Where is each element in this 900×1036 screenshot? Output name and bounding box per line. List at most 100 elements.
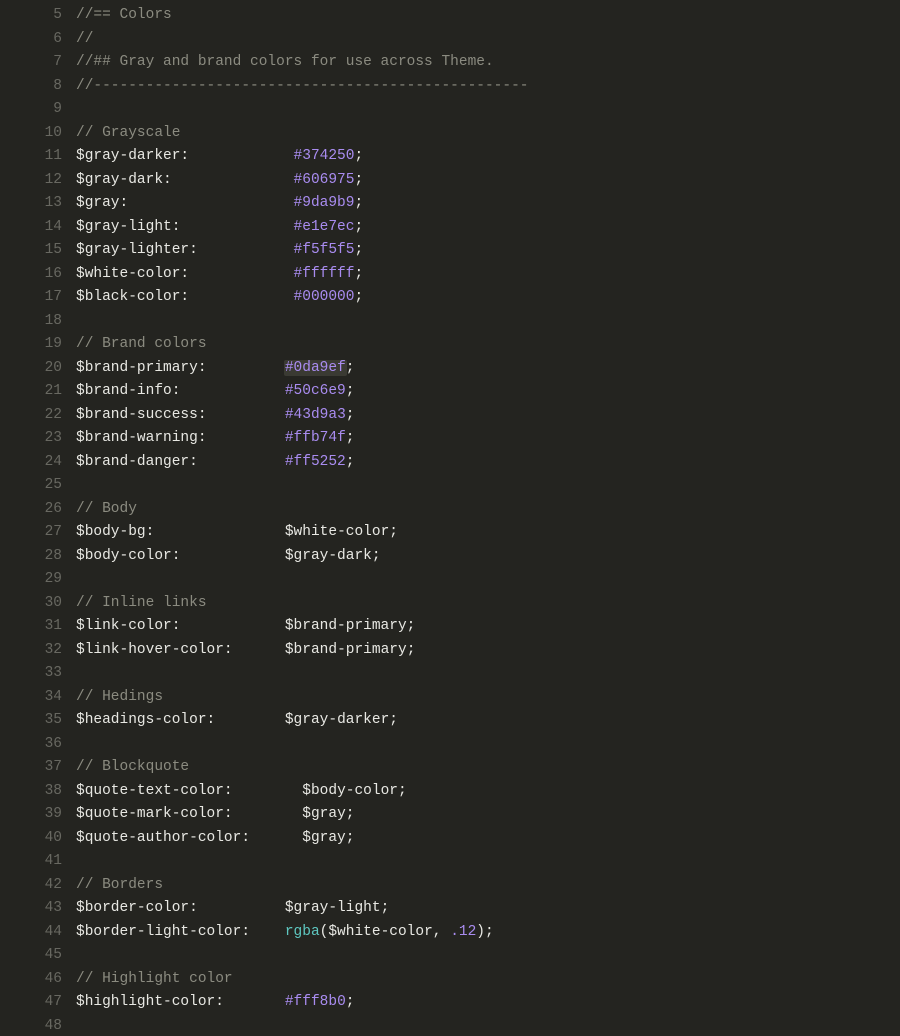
code-content[interactable]: $brand-info: #50c6e9; xyxy=(76,380,900,404)
code-content[interactable]: $link-hover-color: $brand-primary; xyxy=(76,639,900,663)
code-content[interactable]: // Body xyxy=(76,498,900,522)
code-line[interactable]: 5//== Colors xyxy=(0,4,900,28)
code-content[interactable]: // xyxy=(76,28,900,52)
code-content[interactable] xyxy=(76,568,900,592)
code-line[interactable]: 15$gray-lighter: #f5f5f5; xyxy=(0,239,900,263)
code-content[interactable]: $quote-author-color: $gray; xyxy=(76,827,900,851)
code-content[interactable]: $highlight-color: #fff8b0; xyxy=(76,991,900,1015)
code-content[interactable] xyxy=(76,1015,900,1036)
code-line[interactable]: 36 xyxy=(0,733,900,757)
code-line[interactable]: 9 xyxy=(0,98,900,122)
code-content[interactable]: // Highlight color xyxy=(76,968,900,992)
code-line[interactable]: 35$headings-color: $gray-darker; xyxy=(0,709,900,733)
code-line[interactable]: 13$gray: #9da9b9; xyxy=(0,192,900,216)
code-content[interactable]: $border-color: $gray-light; xyxy=(76,897,900,921)
code-line[interactable]: 42// Borders xyxy=(0,874,900,898)
code-content[interactable]: $quote-text-color: $body-color; xyxy=(76,780,900,804)
code-content[interactable]: $quote-mark-color: $gray; xyxy=(76,803,900,827)
code-content[interactable] xyxy=(76,662,900,686)
code-line[interactable]: 48 xyxy=(0,1015,900,1036)
code-line[interactable]: 45 xyxy=(0,944,900,968)
code-content[interactable]: // Grayscale xyxy=(76,122,900,146)
code-content[interactable]: $white-color: #ffffff; xyxy=(76,263,900,287)
code-content[interactable] xyxy=(76,944,900,968)
code-editor[interactable]: 5//== Colors6//7//## Gray and brand colo… xyxy=(0,0,900,1036)
code-content[interactable]: $gray-light: #e1e7ec; xyxy=(76,216,900,240)
code-line[interactable]: 23$brand-warning: #ffb74f; xyxy=(0,427,900,451)
code-content[interactable] xyxy=(76,310,900,334)
code-content[interactable]: // Hedings xyxy=(76,686,900,710)
code-content[interactable] xyxy=(76,850,900,874)
code-content[interactable]: $link-color: $brand-primary; xyxy=(76,615,900,639)
code-line[interactable]: 39$quote-mark-color: $gray; xyxy=(0,803,900,827)
code-content[interactable]: $brand-warning: #ffb74f; xyxy=(76,427,900,451)
code-content[interactable]: $brand-danger: #ff5252; xyxy=(76,451,900,475)
code-content[interactable]: $gray-dark: #606975; xyxy=(76,169,900,193)
code-line[interactable]: 8//-------------------------------------… xyxy=(0,75,900,99)
code-content[interactable]: $border-light-color: rgba($white-color, … xyxy=(76,921,900,945)
code-content[interactable]: //## Gray and brand colors for use acros… xyxy=(76,51,900,75)
code-line[interactable]: 12$gray-dark: #606975; xyxy=(0,169,900,193)
code-line[interactable]: 24$brand-danger: #ff5252; xyxy=(0,451,900,475)
code-content[interactable]: // Blockquote xyxy=(76,756,900,780)
code-line[interactable]: 44$border-light-color: rgba($white-color… xyxy=(0,921,900,945)
code-line[interactable]: 19// Brand colors xyxy=(0,333,900,357)
code-content[interactable]: $black-color: #000000; xyxy=(76,286,900,310)
code-content[interactable]: // Brand colors xyxy=(76,333,900,357)
code-content[interactable]: $gray: #9da9b9; xyxy=(76,192,900,216)
code-line[interactable]: 14$gray-light: #e1e7ec; xyxy=(0,216,900,240)
code-content[interactable]: $gray-lighter: #f5f5f5; xyxy=(76,239,900,263)
code-line[interactable]: 37// Blockquote xyxy=(0,756,900,780)
code-line[interactable]: 6// xyxy=(0,28,900,52)
code-line[interactable]: 32$link-hover-color: $brand-primary; xyxy=(0,639,900,663)
code-line[interactable]: 47$highlight-color: #fff8b0; xyxy=(0,991,900,1015)
line-number: 14 xyxy=(0,216,76,240)
code-line[interactable]: 20$brand-primary: #0da9ef; xyxy=(0,357,900,381)
code-line[interactable]: 28$body-color: $gray-dark; xyxy=(0,545,900,569)
code-line[interactable]: 38$quote-text-color: $body-color; xyxy=(0,780,900,804)
code-line[interactable]: 46// Highlight color xyxy=(0,968,900,992)
code-line[interactable]: 34// Hedings xyxy=(0,686,900,710)
token-punc: ; xyxy=(354,266,363,282)
code-content[interactable]: $brand-primary: #0da9ef; xyxy=(76,357,900,381)
token-var: $body-color: xyxy=(76,548,180,564)
code-line[interactable]: 18 xyxy=(0,310,900,334)
token-ref: $gray xyxy=(302,806,346,822)
code-content[interactable] xyxy=(76,474,900,498)
code-line[interactable]: 16$white-color: #ffffff; xyxy=(0,263,900,287)
code-line[interactable]: 33 xyxy=(0,662,900,686)
token-hex: #ff5252 xyxy=(285,454,346,470)
line-number: 10 xyxy=(0,122,76,146)
line-number: 26 xyxy=(0,498,76,522)
token-num: .12 xyxy=(450,924,476,940)
code-line[interactable]: 40$quote-author-color: $gray; xyxy=(0,827,900,851)
code-line[interactable]: 29 xyxy=(0,568,900,592)
code-content[interactable]: $headings-color: $gray-darker; xyxy=(76,709,900,733)
code-line[interactable]: 31$link-color: $brand-primary; xyxy=(0,615,900,639)
code-line[interactable]: 26// Body xyxy=(0,498,900,522)
code-content[interactable]: //--------------------------------------… xyxy=(76,75,900,99)
token-var: $white-color: xyxy=(76,266,189,282)
code-content[interactable]: $body-color: $gray-dark; xyxy=(76,545,900,569)
code-content[interactable]: // Inline links xyxy=(76,592,900,616)
code-content[interactable]: $gray-darker: #374250; xyxy=(76,145,900,169)
code-line[interactable]: 21$brand-info: #50c6e9; xyxy=(0,380,900,404)
code-line[interactable]: 11$gray-darker: #374250; xyxy=(0,145,900,169)
code-line[interactable]: 30// Inline links xyxy=(0,592,900,616)
code-content[interactable]: $brand-success: #43d9a3; xyxy=(76,404,900,428)
code-content[interactable]: // Borders xyxy=(76,874,900,898)
line-number: 35 xyxy=(0,709,76,733)
code-line[interactable]: 41 xyxy=(0,850,900,874)
code-line[interactable]: 25 xyxy=(0,474,900,498)
code-line[interactable]: 10// Grayscale xyxy=(0,122,900,146)
code-content[interactable] xyxy=(76,98,900,122)
code-line[interactable]: 17$black-color: #000000; xyxy=(0,286,900,310)
code-line[interactable]: 7//## Gray and brand colors for use acro… xyxy=(0,51,900,75)
token-var: $brand-warning: xyxy=(76,430,207,446)
code-content[interactable]: $body-bg: $white-color; xyxy=(76,521,900,545)
code-content[interactable]: //== Colors xyxy=(76,4,900,28)
code-line[interactable]: 27$body-bg: $white-color; xyxy=(0,521,900,545)
code-line[interactable]: 43$border-color: $gray-light; xyxy=(0,897,900,921)
code-content[interactable] xyxy=(76,733,900,757)
code-line[interactable]: 22$brand-success: #43d9a3; xyxy=(0,404,900,428)
